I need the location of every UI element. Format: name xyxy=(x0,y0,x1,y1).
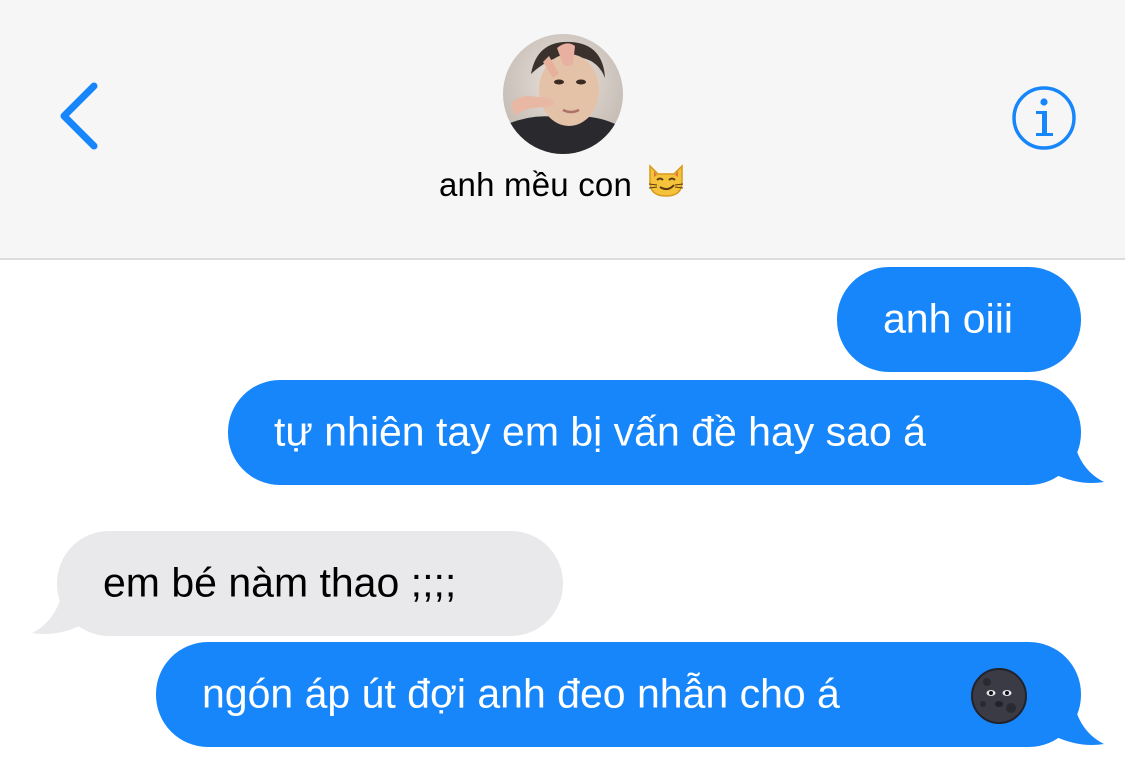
contact-name-text: anh mều con xyxy=(439,166,632,203)
bubble-tail xyxy=(32,581,96,634)
new-moon-face-icon xyxy=(971,668,1027,731)
message-text: ngón áp út đợi anh đeo nhẫn cho á xyxy=(202,670,840,717)
info-button[interactable] xyxy=(1011,85,1077,151)
message-bubble-received[interactable]: em bé nàm thao ;;;; xyxy=(57,531,563,636)
avatar-photo xyxy=(503,34,623,154)
conversation-header: anh mều con xyxy=(0,0,1125,260)
message-text: tự nhiên tay em bị vấn đề hay sao á xyxy=(274,408,926,455)
message-bubble-sent[interactable]: ngón áp út đợi anh đeo nhẫn cho á xyxy=(156,642,1081,747)
bubble-tail xyxy=(1040,692,1104,745)
smirking-cat-icon xyxy=(646,160,686,208)
message-text: em bé nàm thao ;;;; xyxy=(103,559,457,606)
message-text: anh oiii xyxy=(883,295,1013,342)
avatar[interactable] xyxy=(503,34,623,154)
message-bubble-sent[interactable]: anh oiii xyxy=(837,267,1081,372)
info-circle-icon xyxy=(1012,86,1076,150)
message-bubble-sent[interactable]: tự nhiên tay em bị vấn đề hay sao á xyxy=(228,380,1081,485)
contact-name[interactable]: anh mều con xyxy=(0,164,1125,208)
bubble-tail xyxy=(1040,430,1104,483)
chevron-left-icon xyxy=(60,82,98,150)
back-button[interactable] xyxy=(52,76,112,156)
